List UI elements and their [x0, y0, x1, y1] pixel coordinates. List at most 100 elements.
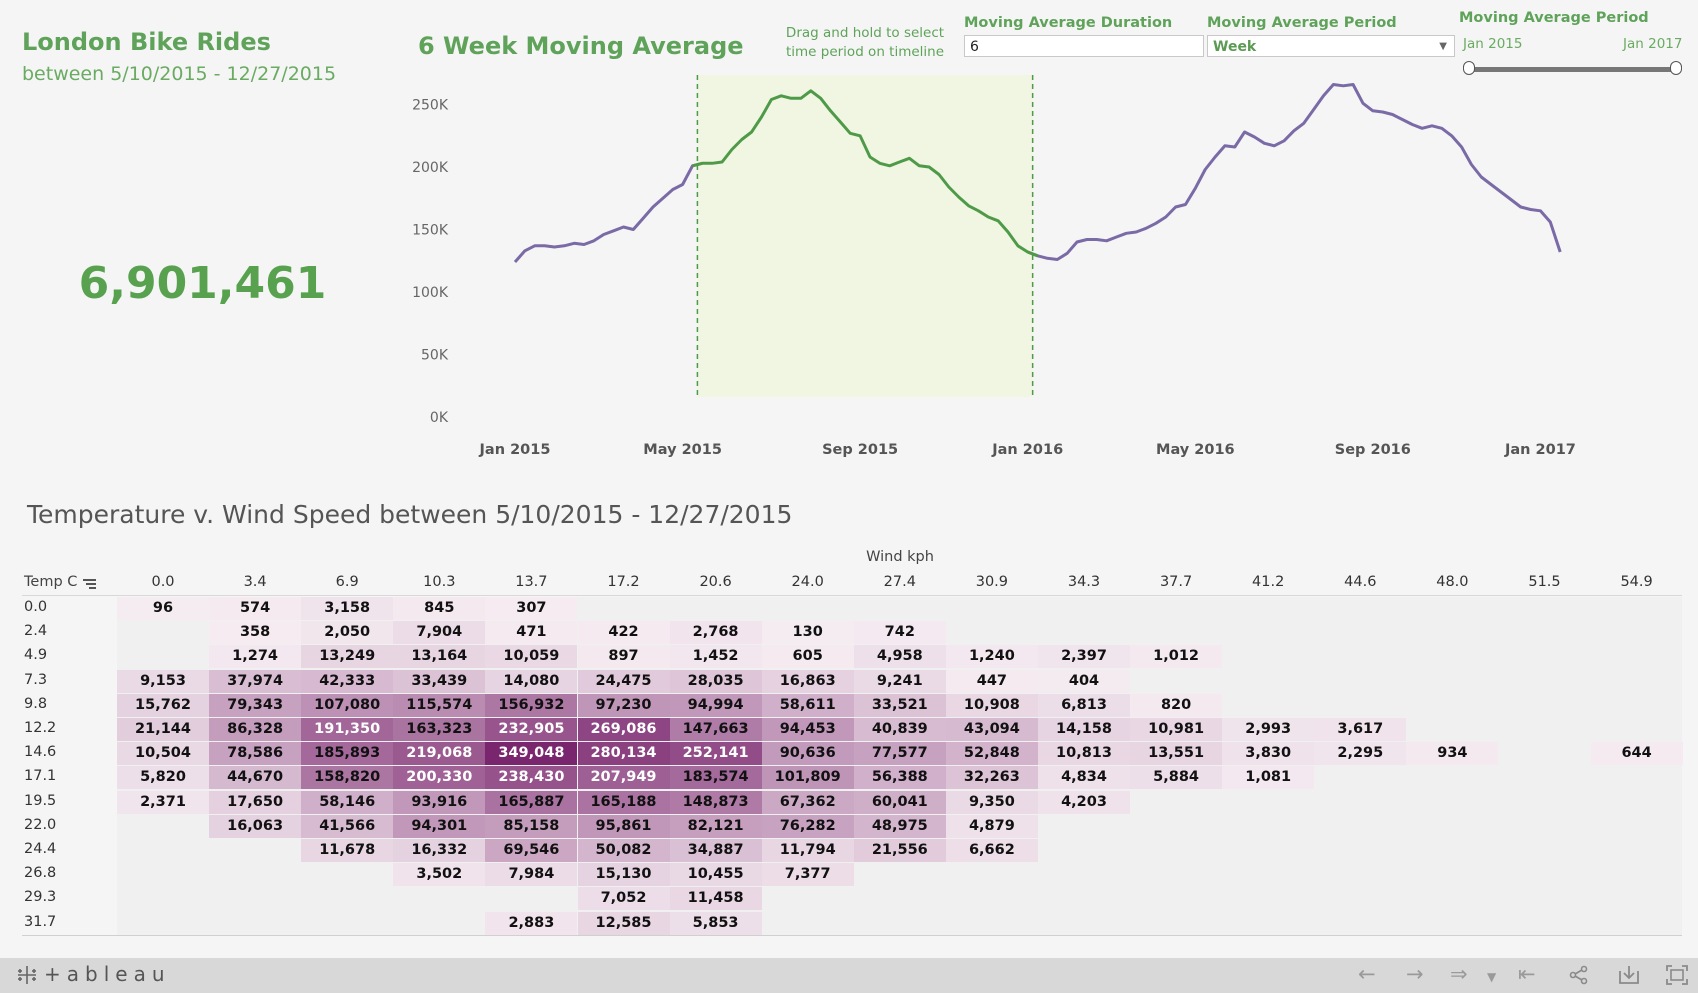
heatmap-cell[interactable]: 17,650	[209, 790, 302, 814]
heatmap-cell[interactable]: 93,916	[393, 790, 486, 814]
heatmap-cell[interactable]: 28,035	[669, 669, 762, 693]
heatmap-cell[interactable]: 404	[1038, 669, 1130, 693]
heatmap-cell[interactable]: 44,670	[209, 766, 302, 790]
heatmap-cell[interactable]: 191,350	[301, 718, 394, 741]
heatmap-cell[interactable]: 52,848	[945, 742, 1038, 766]
heatmap-cell[interactable]: 232,905	[485, 718, 578, 741]
heatmap-cell[interactable]: 42,333	[301, 669, 394, 693]
heatmap-cell[interactable]: 163,323	[393, 718, 486, 741]
heatmap-cell[interactable]: 471	[485, 621, 578, 645]
heatmap-cell[interactable]: 148,873	[669, 790, 762, 814]
heatmap-cell[interactable]: 56,388	[853, 766, 946, 790]
heatmap-cell[interactable]: 207,949	[577, 766, 670, 790]
heatmap-cell[interactable]: 185,893	[301, 742, 394, 766]
revert-icon[interactable]: ⇒	[1450, 962, 1468, 986]
share-icon[interactable]	[1568, 964, 1590, 986]
sort-icon[interactable]	[82, 577, 97, 591]
heatmap-cell[interactable]: 6,662	[945, 839, 1038, 862]
heatmap-cell[interactable]: 34,887	[669, 839, 762, 862]
heatmap-cell[interactable]: 5,820	[117, 766, 209, 790]
heatmap-cell[interactable]: 5,853	[669, 911, 762, 935]
heatmap-cell[interactable]: 3,830	[1222, 742, 1315, 766]
heatmap-cell[interactable]: 13,249	[301, 645, 394, 669]
heatmap-cell[interactable]: 11,794	[761, 839, 854, 862]
slider-handle-end[interactable]	[1670, 61, 1682, 75]
redo-icon[interactable]: →	[1406, 962, 1424, 986]
heatmap-cell[interactable]: 11,678	[301, 839, 394, 862]
heatmap-cell[interactable]: 82,121	[669, 814, 762, 838]
heatmap-cell[interactable]: 3,502	[393, 863, 486, 887]
period-select[interactable]: Week ▼	[1207, 35, 1455, 57]
heatmap-cell[interactable]: 1,452	[669, 645, 762, 669]
heatmap-cell[interactable]: 5,884	[1130, 766, 1223, 790]
heatmap-cell[interactable]: 307	[485, 597, 578, 620]
heatmap-cell[interactable]: 58,146	[301, 790, 394, 814]
heatmap-cell[interactable]: 422	[577, 621, 670, 645]
heatmap-cell[interactable]: 7,904	[393, 621, 486, 645]
heatmap-cell[interactable]: 1,240	[945, 645, 1038, 669]
heatmap-cell[interactable]: 11,458	[669, 887, 762, 911]
heatmap-cell[interactable]: 21,556	[853, 839, 946, 862]
heatmap-cell[interactable]: 4,958	[853, 645, 946, 669]
heatmap-cell[interactable]: 14,080	[485, 669, 578, 693]
heatmap-cell[interactable]: 156,932	[485, 693, 578, 717]
heatmap-cell[interactable]: 4,879	[945, 814, 1038, 838]
heatmap-cell[interactable]: 94,301	[393, 814, 486, 838]
heatmap-cell[interactable]: 574	[209, 597, 302, 620]
heatmap-cell[interactable]: 845	[393, 597, 486, 620]
heatmap-cell[interactable]: 10,455	[669, 863, 762, 887]
heatmap-cell[interactable]: 15,762	[117, 693, 209, 717]
heatmap-cell[interactable]: 742	[853, 621, 946, 645]
slider-handle-start[interactable]	[1463, 61, 1475, 75]
fullscreen-icon[interactable]	[1665, 964, 1689, 986]
duration-input[interactable]: 6	[964, 35, 1204, 57]
heatmap-cell[interactable]: 37,974	[209, 669, 302, 693]
heatmap-cell[interactable]: 33,439	[393, 669, 486, 693]
heatmap-cell[interactable]: 16,063	[209, 814, 302, 838]
heatmap-cell[interactable]: 7,377	[761, 863, 854, 887]
heatmap-cell[interactable]: 10,981	[1130, 718, 1223, 741]
heatmap-cell[interactable]: 219,068	[393, 742, 486, 766]
heatmap-cell[interactable]: 10,813	[1038, 742, 1130, 766]
heatmap-cell[interactable]: 1,081	[1222, 766, 1315, 790]
heatmap-cell[interactable]: 2,371	[117, 790, 209, 814]
heatmap-cell[interactable]: 90,636	[761, 742, 854, 766]
heatmap-cell[interactable]: 238,430	[485, 766, 578, 790]
heatmap-cell[interactable]: 107,080	[301, 693, 394, 717]
heatmap-cell[interactable]: 86,328	[209, 718, 302, 741]
heatmap-cell[interactable]: 15,130	[577, 863, 670, 887]
heatmap-cell[interactable]: 2,397	[1038, 645, 1130, 669]
heatmap-cell[interactable]: 897	[577, 645, 670, 669]
heatmap-cell[interactable]: 2,883	[485, 911, 578, 935]
heatmap-cell[interactable]: 1,274	[209, 645, 302, 669]
heatmap-cell[interactable]: 820	[1130, 693, 1223, 717]
heatmap-cell[interactable]: 4,203	[1038, 790, 1130, 814]
heatmap-cell[interactable]: 67,362	[761, 790, 854, 814]
heatmap-cell[interactable]: 96	[117, 597, 209, 620]
heatmap-cell[interactable]: 13,164	[393, 645, 486, 669]
heatmap-cell[interactable]: 269,086	[577, 718, 670, 741]
heatmap-cell[interactable]: 77,577	[853, 742, 946, 766]
moving-average-chart[interactable]: 0K 50K 100K 150K 200K 250K Jan 2015 May 2015 Sep…	[400, 75, 1670, 465]
heatmap-cell[interactable]: 6,813	[1038, 693, 1130, 717]
heatmap-cell[interactable]: 644	[1590, 742, 1683, 766]
heatmap-cell[interactable]: 2,295	[1314, 742, 1407, 766]
heatmap-cell[interactable]: 252,141	[669, 742, 762, 766]
heatmap-cell[interactable]: 69,546	[485, 839, 578, 862]
heatmap-cell[interactable]: 13,551	[1130, 742, 1223, 766]
heatmap-cell[interactable]: 76,282	[761, 814, 854, 838]
heatmap-cell[interactable]: 605	[761, 645, 854, 669]
heatmap-cell[interactable]: 934	[1406, 742, 1499, 766]
heatmap-cell[interactable]: 165,188	[577, 790, 670, 814]
tableau-wordmark[interactable]: +ableau	[44, 962, 171, 986]
heatmap-cell[interactable]: 158,820	[301, 766, 394, 790]
period-slider-track[interactable]	[1470, 67, 1678, 72]
heatmap-cell[interactable]: 9,241	[853, 669, 946, 693]
heatmap-cell[interactable]: 7,984	[485, 863, 578, 887]
heatmap-cell[interactable]: 165,887	[485, 790, 578, 814]
heatmap-cell[interactable]: 60,041	[853, 790, 946, 814]
heatmap-cell[interactable]: 50,082	[577, 839, 670, 862]
heatmap-cell[interactable]: 10,908	[945, 693, 1038, 717]
heatmap-cell[interactable]: 58,611	[761, 693, 854, 717]
heatmap-cell[interactable]: 2,050	[301, 621, 394, 645]
